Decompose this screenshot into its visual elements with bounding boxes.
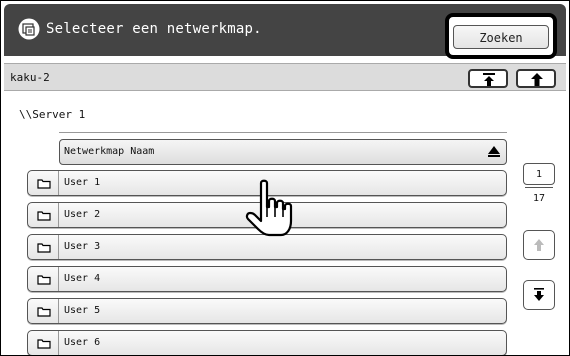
row-separator [58, 235, 59, 259]
divider [59, 132, 507, 133]
network-folder-screen: Selecteer een netwerkmap. Zoeken kaku-2 … [0, 0, 570, 356]
up-arrow-top-icon [483, 73, 495, 86]
sort-ascending-icon [488, 146, 500, 157]
row-separator [58, 299, 59, 323]
copier-icon [18, 18, 40, 40]
folder-icon [37, 307, 51, 317]
column-header-label: Netwerkmap Naam [64, 146, 155, 157]
search-button[interactable]: Zoeken [453, 25, 549, 49]
folder-icon [37, 179, 51, 189]
folder-name: User 5 [64, 305, 101, 316]
folder-row[interactable]: User 4 [27, 266, 507, 292]
hand-pointer-icon [245, 179, 293, 237]
column-header-folder-name[interactable]: Netwerkmap Naam [59, 139, 507, 165]
folder-name: User 3 [64, 241, 101, 252]
scroll-up-button[interactable] [523, 230, 555, 260]
page-number-button[interactable]: 1 [523, 163, 555, 185]
scroll-up-icon [534, 239, 544, 251]
page-divider [525, 187, 553, 188]
folder-name: User 2 [64, 209, 101, 220]
folder-row[interactable]: User 5 [27, 298, 507, 324]
server-label: \\Server 1 [19, 108, 86, 121]
row-separator [58, 203, 59, 227]
folder-row[interactable]: User 6 [27, 330, 507, 355]
folder-icon [37, 339, 51, 349]
row-separator [58, 171, 59, 195]
page-total: 17 [532, 193, 546, 204]
go-to-top-button[interactable] [468, 69, 508, 88]
scroll-down-icon [534, 288, 544, 301]
folder-icon [37, 275, 51, 285]
row-separator [58, 331, 59, 355]
path-bar: kaku-2 [4, 63, 566, 91]
scroll-down-button[interactable] [523, 280, 555, 310]
page-title: Selecteer een netwerkmap. [46, 21, 262, 37]
current-path: kaku-2 [10, 71, 50, 84]
folder-icon [37, 243, 51, 253]
folder-icon [37, 211, 51, 221]
row-separator [58, 267, 59, 291]
folder-name: User 1 [64, 177, 101, 188]
folder-name: User 4 [64, 273, 101, 284]
up-arrow-icon [531, 73, 543, 86]
folder-name: User 6 [64, 337, 101, 348]
go-up-button[interactable] [516, 69, 556, 88]
